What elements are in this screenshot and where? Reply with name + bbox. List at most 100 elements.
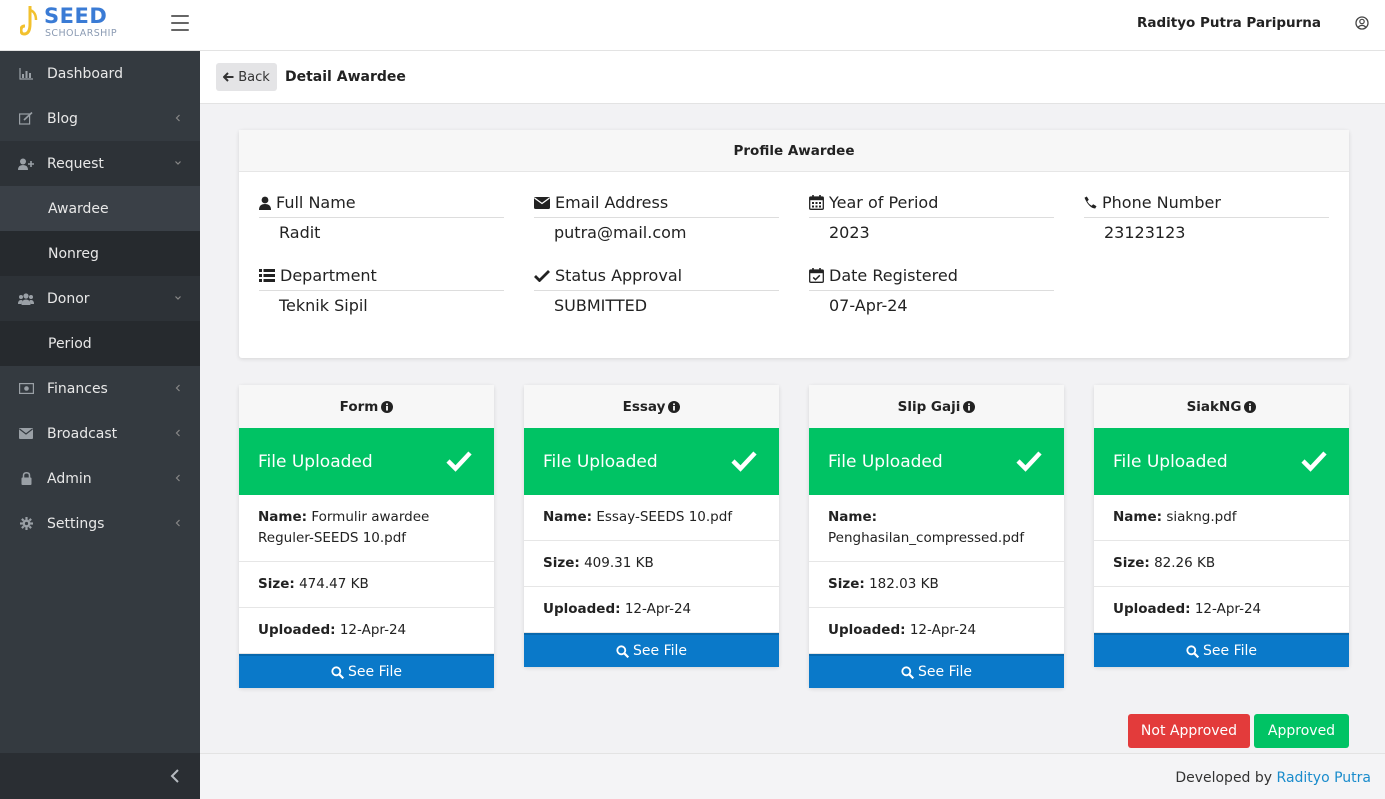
sidebar-footer xyxy=(0,753,200,799)
see-file-button[interactable]: See File xyxy=(809,654,1064,688)
footer-author-link[interactable]: Radityo Putra xyxy=(1277,770,1371,786)
see-file-label: See File xyxy=(918,664,972,680)
chevron-left-icon xyxy=(175,474,180,482)
sidebar-item-request[interactable]: Request xyxy=(0,141,200,186)
field-date-registered: Date Registered 07-Apr-24 xyxy=(809,261,1054,321)
sidebar-item-admin[interactable]: Admin xyxy=(0,456,200,501)
field-department: Department Teknik Sipil xyxy=(259,261,504,321)
file-size-row: Size: 182.03 KB xyxy=(809,562,1064,608)
sidebar-item-label: Nonreg xyxy=(48,245,99,262)
sidebar-item-broadcast[interactable]: Broadcast xyxy=(0,411,200,456)
file-name-row: Name: siakng.pdf xyxy=(1094,495,1349,541)
file-card-essay: Essay File Uploaded Name: Essay-SEEDS 10… xyxy=(524,385,779,667)
check-icon xyxy=(534,269,550,282)
phone-icon xyxy=(1084,196,1097,209)
envelope-icon xyxy=(534,196,550,209)
field-status-approval: Status Approval SUBMITTED xyxy=(534,261,779,321)
sidebar-item-label: Broadcast xyxy=(47,425,118,442)
see-file-label: See File xyxy=(1203,643,1257,659)
user-circle-icon[interactable] xyxy=(1355,16,1369,30)
info-icon[interactable] xyxy=(963,400,976,413)
file-name-row: Name: Penghasilan_compressed.pdf xyxy=(809,495,1064,562)
field-label-text: Email Address xyxy=(555,193,669,212)
sidebar-item-label: Dashboard xyxy=(47,65,123,82)
file-size: 182.03 KB xyxy=(869,576,939,592)
file-uploaded-row: Uploaded: 12-Apr-24 xyxy=(524,587,779,633)
user-name[interactable]: Radityo Putra Paripurna xyxy=(1137,15,1321,31)
info-icon[interactable] xyxy=(668,400,681,413)
sidebar-item-label: Blog xyxy=(47,110,78,127)
file-uploaded-row: Uploaded: 12-Apr-24 xyxy=(239,608,494,654)
collapse-sidebar-icon[interactable] xyxy=(170,768,180,784)
sidebar-item-awardee[interactable]: Awardee xyxy=(0,186,200,231)
not-approved-button[interactable]: Not Approved xyxy=(1128,714,1250,748)
file-status-text: File Uploaded xyxy=(543,451,658,472)
chevron-left-icon xyxy=(175,384,180,392)
field-label-text: Status Approval xyxy=(555,266,683,285)
sidebar-item-label: Request xyxy=(47,155,104,172)
info-icon[interactable] xyxy=(381,400,394,413)
check-icon xyxy=(446,451,472,472)
sidebar-item-period[interactable]: Period xyxy=(0,321,200,366)
file-status-text: File Uploaded xyxy=(828,451,943,472)
footer-credit: Developed by Radityo Putra xyxy=(1175,770,1371,786)
users-icon xyxy=(18,292,34,306)
file-status-text: File Uploaded xyxy=(258,451,373,472)
sidebar-item-settings[interactable]: Settings xyxy=(0,501,200,546)
field-value: Teknik Sipil xyxy=(279,296,368,315)
search-icon xyxy=(1186,644,1199,658)
see-file-button[interactable]: See File xyxy=(239,654,494,688)
field-email: Email Address putra@mail.com xyxy=(534,188,779,248)
field-value: 2023 xyxy=(829,223,870,242)
back-button[interactable]: Back xyxy=(216,63,277,91)
page-footer: Developed by Radityo Putra xyxy=(200,753,1385,799)
field-label-text: Year of Period xyxy=(829,193,939,212)
file-card-title: Essay xyxy=(622,398,666,415)
logo-subtext: SCHOLARSHIP xyxy=(45,28,117,39)
see-file-button[interactable]: See File xyxy=(524,633,779,667)
file-status-banner: File Uploaded xyxy=(524,428,779,495)
chevron-left-icon xyxy=(175,429,180,437)
sidebar-item-label: Settings xyxy=(47,515,105,532)
lock-icon xyxy=(18,472,34,486)
approved-button[interactable]: Approved xyxy=(1254,714,1349,748)
gear-icon xyxy=(18,517,34,531)
file-name-row: Name: Essay-SEEDS 10.pdf xyxy=(524,495,779,541)
see-file-label: See File xyxy=(348,664,402,680)
user-icon xyxy=(259,196,271,210)
money-icon xyxy=(18,382,34,396)
logo[interactable]: SEED SCHOLARSHIP xyxy=(20,4,130,44)
chevron-left-icon xyxy=(175,519,180,527)
file-size-row: Size: 82.26 KB xyxy=(1094,541,1349,587)
file-name: Penghasilan_compressed.pdf xyxy=(828,530,1025,546)
file-card-title: Slip Gaji xyxy=(897,398,961,415)
file-size-row: Size: 474.47 KB xyxy=(239,562,494,608)
chevron-left-icon xyxy=(175,114,180,122)
sidebar-item-nonreg[interactable]: Nonreg xyxy=(0,231,200,276)
sidebar-item-label: Period xyxy=(48,335,92,352)
sidebar-item-blog[interactable]: Blog xyxy=(0,96,200,141)
info-icon[interactable] xyxy=(1244,400,1257,413)
see-file-button[interactable]: See File xyxy=(1094,633,1349,667)
file-uploaded-row: Uploaded: 12-Apr-24 xyxy=(1094,587,1349,633)
arrow-left-icon xyxy=(223,72,234,82)
search-icon xyxy=(616,644,629,658)
content-header: Back Detail Awardee xyxy=(200,51,1385,104)
sidebar-item-finances[interactable]: Finances xyxy=(0,366,200,411)
sidebar: Dashboard Blog Request Awardee Nonreg Do… xyxy=(0,51,200,799)
field-value: Radit xyxy=(279,223,321,242)
file-uploaded-date: 12-Apr-24 xyxy=(339,622,407,638)
search-icon xyxy=(331,665,344,679)
menu-toggle-icon[interactable] xyxy=(171,15,189,31)
file-size: 82.26 KB xyxy=(1154,555,1216,571)
sidebar-item-donor[interactable]: Donor xyxy=(0,276,200,321)
file-status-banner: File Uploaded xyxy=(239,428,494,495)
sidebar-item-label: Finances xyxy=(47,380,108,397)
footer-prefix: Developed by xyxy=(1175,770,1273,786)
file-card-form: Form File Uploaded Name: Formulir awarde… xyxy=(239,385,494,688)
file-status-banner: File Uploaded xyxy=(1094,428,1349,495)
file-card-slip-gaji: Slip Gaji File Uploaded Name: Penghasila… xyxy=(809,385,1064,688)
envelope-icon xyxy=(18,427,34,441)
bar-chart-icon xyxy=(18,67,34,81)
sidebar-item-dashboard[interactable]: Dashboard xyxy=(0,51,200,96)
